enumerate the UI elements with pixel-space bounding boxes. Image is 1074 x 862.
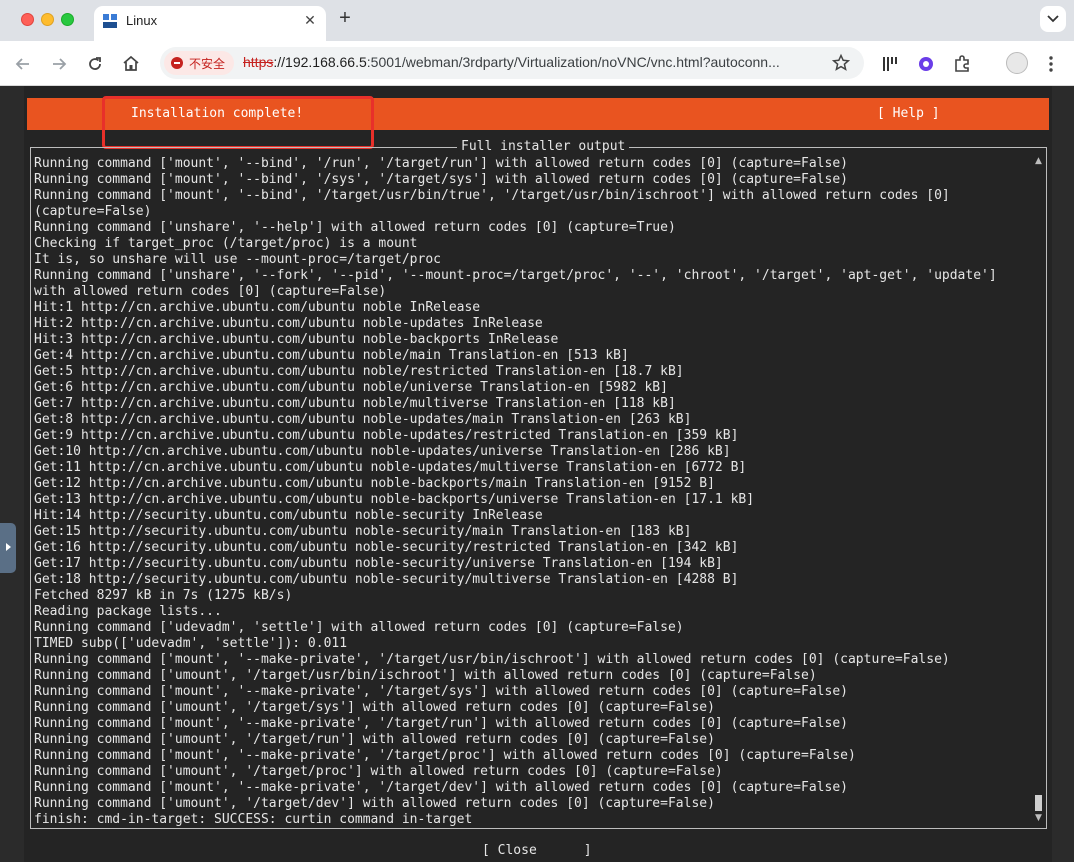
url-path: :5001/webman/3rdparty/Virtualization/noV…	[366, 54, 780, 70]
vnc-viewport[interactable]: Installation complete! [ Help ] Full ins…	[0, 86, 1074, 862]
installer-header: Installation complete! [ Help ]	[27, 96, 1049, 149]
security-chip[interactable]: 不安全	[164, 51, 234, 75]
new-tab-button[interactable]: +	[334, 7, 356, 30]
output-panel-title: Full installer output	[457, 139, 630, 155]
log-line: Running command ['umount', '/target/run'…	[34, 732, 715, 747]
home-icon[interactable]	[121, 54, 141, 74]
log-line: Hit:1 http://cn.archive.ubuntu.com/ubunt…	[34, 300, 481, 315]
extension-circle-icon[interactable]	[916, 54, 936, 74]
log-line: TIMED subp(['udevadm', 'settle']): 0.011	[34, 636, 348, 651]
novnc-control-bar-handle[interactable]	[0, 523, 16, 573]
log-line: Running command ['unshare', '--fork', '-…	[34, 268, 997, 283]
installer-log: Running command ['mount', '--bind', '/ru…	[34, 156, 1024, 828]
help-button[interactable]: [ Help ]	[877, 106, 940, 121]
back-arrow-icon[interactable]	[13, 54, 33, 74]
url-scheme: https	[243, 54, 274, 70]
synology-favicon-icon	[103, 14, 117, 28]
chevron-down-icon	[1047, 15, 1059, 23]
log-line: Get:11 http://cn.archive.ubuntu.com/ubun…	[34, 460, 747, 475]
log-line: Hit:2 http://cn.archive.ubuntu.com/ubunt…	[34, 316, 543, 331]
tab-search-button[interactable]	[1040, 6, 1066, 32]
log-line: (capture=False)	[34, 204, 152, 219]
maximize-window-button[interactable]	[61, 13, 74, 26]
log-line: Get:17 http://security.ubuntu.com/ubuntu…	[34, 556, 723, 571]
log-line: Hit:3 http://cn.archive.ubuntu.com/ubunt…	[34, 332, 559, 347]
close-button[interactable]: [ Close ]	[482, 843, 592, 859]
log-line: Running command ['umount', '/target/usr/…	[34, 668, 817, 683]
log-line: Running command ['mount', '--make-privat…	[34, 748, 856, 763]
log-line: Running command ['unshare', '--help'] wi…	[34, 220, 676, 235]
log-line: Running command ['mount', '--make-privat…	[34, 716, 848, 731]
browser-titlebar: Linux ✕ +	[0, 0, 1074, 41]
more-menu-icon[interactable]	[1046, 54, 1056, 74]
log-line: Running command ['mount', '--make-privat…	[34, 780, 848, 795]
bookmark-star-icon[interactable]	[831, 53, 851, 73]
log-line: Reading package lists...	[34, 604, 222, 619]
url-host: ://192.168.66.5	[273, 54, 367, 70]
log-line: Running command ['mount', '--bind', '/ru…	[34, 156, 848, 171]
log-line: Get:12 http://cn.archive.ubuntu.com/ubun…	[34, 476, 715, 491]
browser-toolbar: 不安全 https://192.168.66.5:5001/webman/3rd…	[0, 41, 1074, 86]
warning-icon	[171, 57, 183, 69]
log-line: Get:6 http://cn.archive.ubuntu.com/ubunt…	[34, 380, 668, 395]
log-line: Get:10 http://cn.archive.ubuntu.com/ubun…	[34, 444, 731, 459]
tab-title: Linux	[126, 13, 158, 28]
minimize-window-button[interactable]	[41, 13, 54, 26]
log-line: Get:13 http://cn.archive.ubuntu.com/ubun…	[34, 492, 755, 507]
log-line: Get:16 http://security.ubuntu.com/ubuntu…	[34, 540, 739, 555]
log-line: finish: cmd-in-target: SUCCESS: curtin c…	[34, 812, 473, 827]
log-line: Hit:14 http://security.ubuntu.com/ubuntu…	[34, 508, 543, 523]
extension-tool-icon[interactable]	[880, 54, 900, 74]
scroll-up-arrow-icon[interactable]: ▲	[1035, 156, 1042, 166]
log-line: Running command ['mount', '--bind', '/ta…	[34, 188, 950, 203]
log-line: Running command ['mount', '--make-privat…	[34, 652, 950, 667]
close-window-button[interactable]	[21, 13, 34, 26]
browser-tab-active[interactable]: Linux ✕	[94, 6, 326, 41]
address-bar[interactable]: 不安全 https://192.168.66.5:5001/webman/3rd…	[160, 47, 864, 79]
security-label: 不安全	[189, 57, 226, 71]
extensions-puzzle-icon[interactable]	[952, 54, 972, 74]
log-line: Running command ['umount', '/target/proc…	[34, 764, 723, 779]
tab-close-icon[interactable]: ✕	[302, 12, 318, 29]
annotation-highlight-box	[102, 96, 374, 149]
scroll-down-arrow-icon[interactable]: ▼	[1035, 813, 1042, 823]
log-line: Get:7 http://cn.archive.ubuntu.com/ubunt…	[34, 396, 676, 411]
installer-screen: Installation complete! [ Help ] Full ins…	[24, 86, 1052, 862]
profile-avatar[interactable]	[1006, 52, 1028, 74]
log-line: Get:5 http://cn.archive.ubuntu.com/ubunt…	[34, 364, 684, 379]
reload-icon[interactable]	[85, 54, 105, 74]
log-line: Get:8 http://cn.archive.ubuntu.com/ubunt…	[34, 412, 692, 427]
log-line: Get:15 http://security.ubuntu.com/ubuntu…	[34, 524, 692, 539]
url-text[interactable]: https://192.168.66.5:5001/webman/3rdpart…	[243, 54, 780, 70]
installer-output-panel: Full installer output Running command ['…	[30, 139, 1047, 829]
log-line: Running command ['udevadm', 'settle'] wi…	[34, 620, 684, 635]
scrollbar-thumb[interactable]	[1035, 795, 1042, 811]
log-line: Running command ['mount', '--bind', '/sy…	[34, 172, 848, 187]
log-line: Running command ['umount', '/target/dev'…	[34, 796, 715, 811]
log-line: Fetched 8297 kB in 7s (1275 kB/s)	[34, 588, 293, 603]
log-line: Get:18 http://security.ubuntu.com/ubuntu…	[34, 572, 739, 587]
log-line: Get:9 http://cn.archive.ubuntu.com/ubunt…	[34, 428, 739, 443]
log-line: Get:4 http://cn.archive.ubuntu.com/ubunt…	[34, 348, 629, 363]
log-line: Running command ['mount', '--make-privat…	[34, 684, 848, 699]
log-line: Running command ['umount', '/target/sys'…	[34, 700, 715, 715]
log-line: It is, so unshare will use --mount-proc=…	[34, 252, 441, 267]
log-line: Checking if target_proc (/target/proc) i…	[34, 236, 418, 251]
forward-arrow-icon[interactable]	[49, 54, 69, 74]
log-line: with allowed return codes [0] (capture=F…	[34, 284, 387, 299]
